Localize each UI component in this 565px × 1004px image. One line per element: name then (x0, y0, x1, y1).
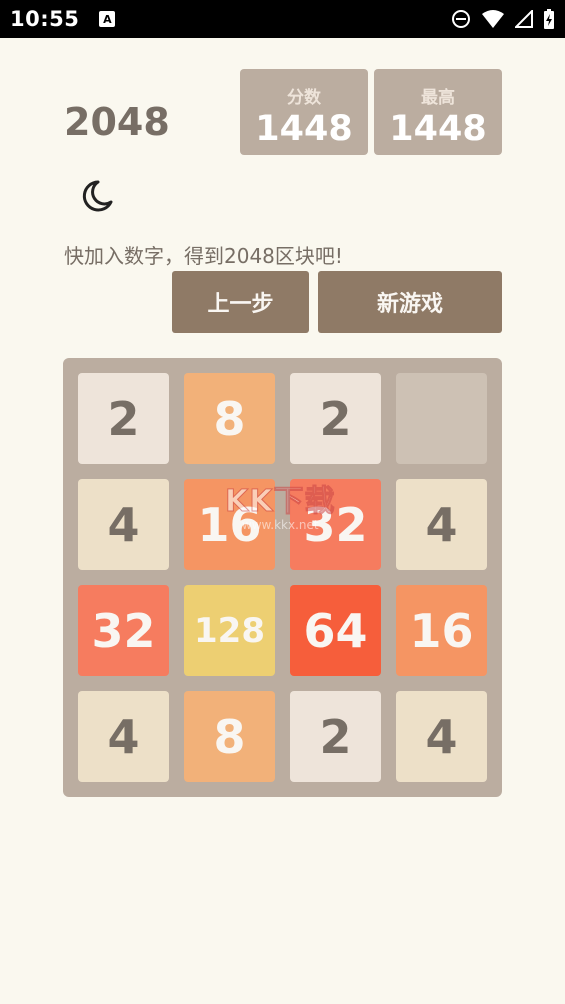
status-time: 10:55 (10, 7, 80, 31)
tile-32: 32 (78, 585, 169, 676)
score-label: 分数 (287, 88, 321, 108)
tile-2: 2 (78, 373, 169, 464)
score-box: 分数 1448 (240, 69, 368, 155)
status-icons (451, 0, 555, 38)
best-score-value: 1448 (389, 109, 487, 149)
tile-16: 16 (396, 585, 487, 676)
new-game-button[interactable]: 新游戏 (318, 271, 502, 333)
tile-4: 4 (396, 691, 487, 782)
tile-4: 4 (78, 479, 169, 570)
undo-button[interactable]: 上一步 (172, 271, 309, 333)
wifi-icon (482, 10, 504, 28)
best-score-label: 最高 (421, 88, 455, 108)
hint-text: 快加入数字，得到2048区块吧! (64, 244, 343, 268)
tile-2: 2 (290, 373, 381, 464)
moon-icon[interactable] (78, 178, 114, 214)
battery-charging-icon (544, 9, 554, 29)
tile-8: 8 (184, 373, 275, 464)
tile-128: 128 (184, 585, 275, 676)
tile-8: 8 (184, 691, 275, 782)
score-value: 1448 (255, 109, 353, 149)
tile-4: 4 (78, 691, 169, 782)
tile-empty (396, 373, 487, 464)
status-bar: 10:55 A (0, 0, 565, 38)
best-score-box: 最高 1448 (374, 69, 502, 155)
tile-64: 64 (290, 585, 381, 676)
do-not-disturb-icon (452, 10, 470, 28)
signal-icon (515, 10, 533, 28)
tile-4: 4 (396, 479, 487, 570)
game-title: 2048 (64, 100, 170, 144)
tile-16: 16 (184, 479, 275, 570)
tile-2: 2 (290, 691, 381, 782)
notification-a-icon: A (99, 11, 116, 27)
game-board[interactable]: 2 8 2 4 16 32 4 32 128 64 16 4 8 2 4 (63, 358, 502, 797)
tile-32: 32 (290, 479, 381, 570)
